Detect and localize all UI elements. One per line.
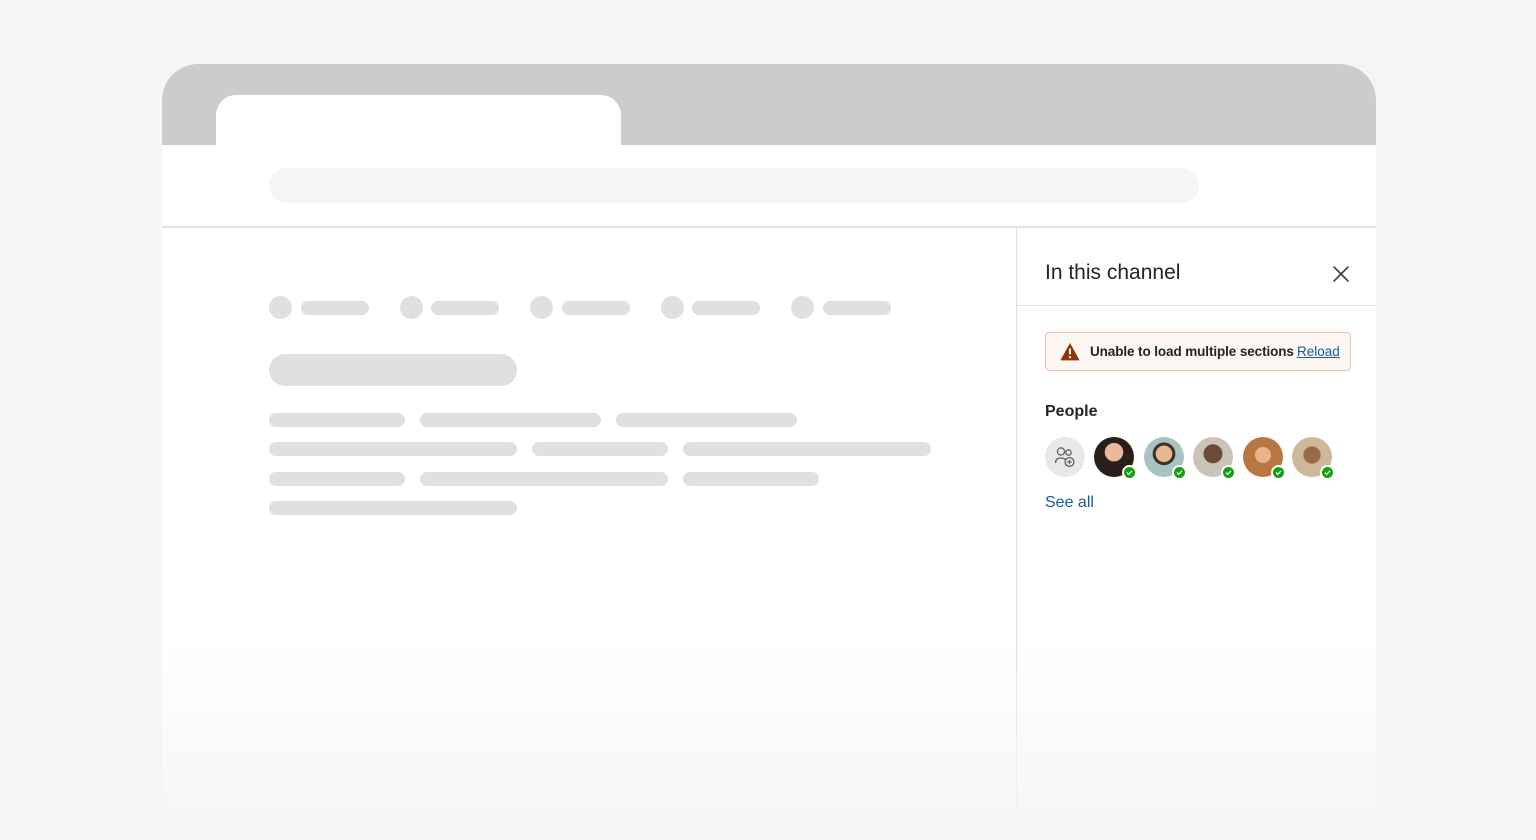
people-avatar-list [1045, 437, 1365, 480]
skeleton-line [683, 442, 931, 456]
skeleton-pill [692, 301, 760, 315]
tab-placeholder[interactable] [216, 95, 621, 145]
skeleton-pill [823, 301, 891, 315]
skeleton-line [616, 413, 797, 427]
skeleton-dot [400, 296, 423, 319]
panel-title: In this channel [1045, 261, 1181, 284]
people-section-label: People [1045, 403, 1098, 420]
person-avatar[interactable] [1094, 437, 1137, 480]
skeleton-pill [562, 301, 630, 315]
checkmark-icon [1225, 470, 1232, 476]
close-icon [1333, 266, 1349, 282]
skeleton-line [269, 501, 517, 515]
checkmark-icon [1324, 470, 1331, 476]
person-avatar[interactable] [1243, 437, 1286, 480]
skeleton-line [420, 472, 668, 486]
person-avatar[interactable] [1292, 437, 1335, 480]
skeleton-dot [530, 296, 553, 319]
presence-available-badge [1221, 465, 1236, 480]
skeleton-line [420, 413, 601, 427]
checkmark-icon [1176, 470, 1183, 476]
presence-available-badge [1172, 465, 1187, 480]
skeleton-heading [269, 354, 517, 386]
error-banner: Unable to load multiple sections Reload [1045, 332, 1351, 371]
skeleton-dot [661, 296, 684, 319]
checkmark-icon [1126, 470, 1133, 476]
app-window: In this channel Unable to load multiple … [162, 64, 1376, 840]
skeleton-pill [301, 301, 369, 315]
skeleton-dot [269, 296, 292, 319]
panel-divider [1017, 305, 1376, 306]
close-button[interactable] [1329, 262, 1353, 286]
tab-strip [162, 64, 1376, 145]
skeleton-line [269, 413, 405, 427]
add-person-icon [1054, 447, 1075, 468]
warning-icon [1060, 343, 1080, 361]
banner-message: Unable to load multiple sections [1090, 344, 1294, 359]
person-avatar[interactable] [1193, 437, 1236, 480]
presence-available-badge [1271, 465, 1286, 480]
add-person-button[interactable] [1045, 437, 1085, 477]
checkmark-icon [1275, 470, 1282, 476]
skeleton-line [532, 442, 668, 456]
main-content-skeleton [162, 228, 1016, 840]
presence-available-badge [1122, 465, 1137, 480]
address-bar-placeholder[interactable] [269, 168, 1199, 203]
see-all-link[interactable]: See all [1045, 494, 1094, 512]
skeleton-line [683, 472, 819, 486]
channel-info-panel: In this channel Unable to load multiple … [1016, 228, 1376, 840]
skeleton-pill [431, 301, 499, 315]
skeleton-line [269, 442, 517, 456]
skeleton-dot [791, 296, 814, 319]
person-avatar[interactable] [1144, 437, 1187, 480]
reload-link[interactable]: Reload [1297, 344, 1340, 359]
skeleton-line [269, 472, 405, 486]
presence-available-badge [1320, 465, 1335, 480]
